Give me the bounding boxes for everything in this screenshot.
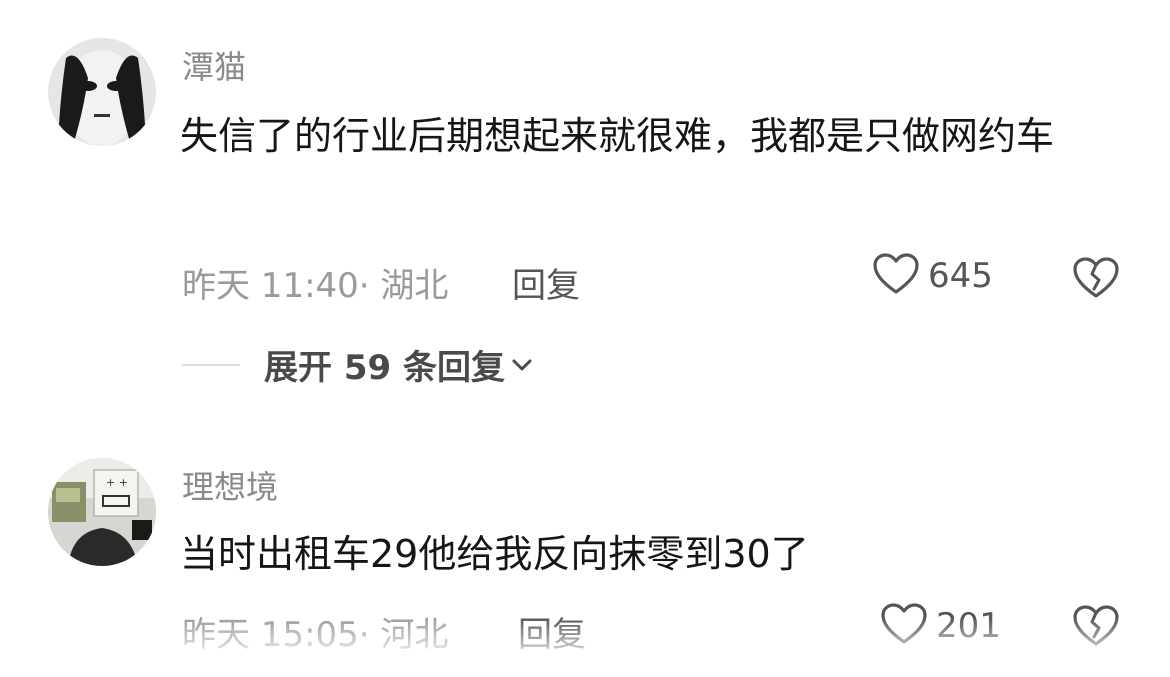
svg-text:+ +: + + [106, 476, 128, 489]
broken-heart-icon [1072, 257, 1120, 304]
expand-prefix: 展开 [264, 348, 332, 388]
username[interactable]: 理想境 [182, 462, 278, 508]
comment-meta: 昨天 11:40· 湖北 [182, 258, 448, 307]
broken-heart-icon [1072, 605, 1120, 652]
location: · 河北 [358, 615, 449, 655]
comment-text: 失信了的行业后期想起来就很难，我都是只做网约车 [180, 114, 1055, 158]
avatar-image [48, 38, 156, 146]
comment-meta: 昨天 15:05· 河北 [182, 607, 448, 656]
avatar[interactable]: + + [48, 458, 156, 566]
divider [182, 363, 240, 366]
reply-button[interactable]: 回复 [518, 607, 586, 656]
expand-replies-button[interactable]: 展开 59 条回复 [182, 340, 533, 389]
comment-text: 当时出租车29他给我反向抹零到30了 [180, 532, 809, 576]
like-count: 201 [936, 606, 1001, 646]
expand-suffix: 条回复 [403, 348, 506, 388]
heart-outline-icon [880, 602, 928, 650]
timestamp: 昨天 11:40 [182, 266, 359, 306]
like-count: 645 [928, 256, 993, 296]
like-button[interactable]: 201 [880, 602, 1001, 650]
timestamp: 昨天 15:05 [182, 615, 359, 655]
avatar[interactable] [48, 38, 156, 146]
expand-replies-label: 展开 59 条回复 [264, 340, 505, 389]
like-button[interactable]: 645 [872, 252, 993, 300]
avatar-image: + + [48, 458, 156, 566]
username[interactable]: 潭猫 [182, 42, 246, 88]
chevron-down-icon [511, 357, 533, 376]
reply-button[interactable]: 回复 [512, 258, 580, 307]
heart-outline-icon [872, 252, 920, 300]
location: · 湖北 [358, 266, 449, 306]
dislike-button[interactable] [1072, 604, 1120, 652]
dislike-button[interactable] [1072, 256, 1120, 304]
comment-list-page: 潭猫 失信了的行业后期想起来就很难，我都是只做网约车 昨天 11:40· 湖北 … [0, 0, 1170, 677]
reply-count: 59 [343, 348, 392, 388]
